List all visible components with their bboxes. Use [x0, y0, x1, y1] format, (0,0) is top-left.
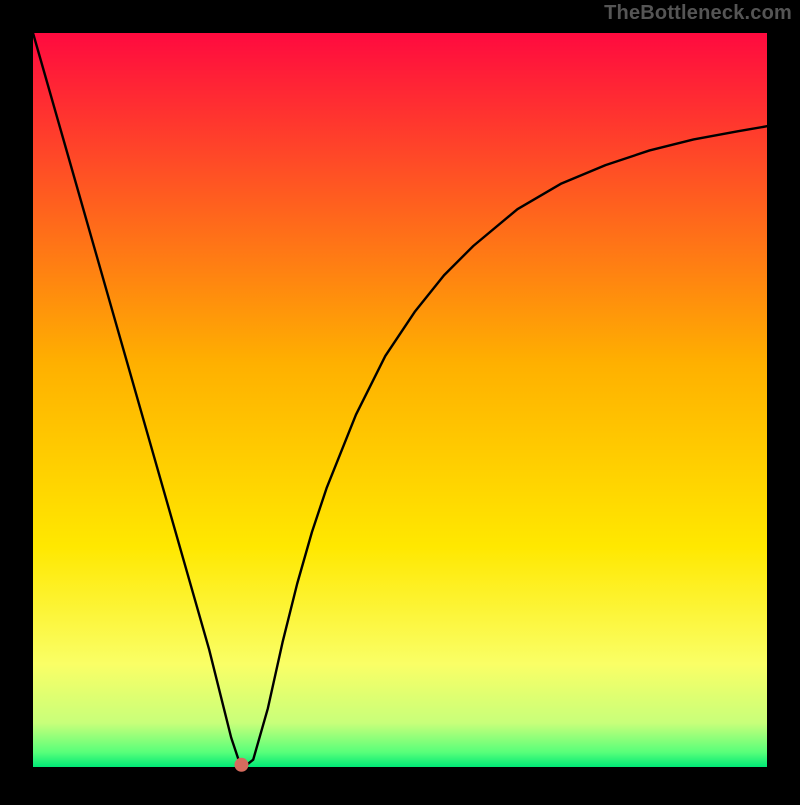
- chart-root: TheBottleneck.com: [0, 0, 800, 800]
- plot-area: [33, 33, 767, 767]
- chart-svg: [0, 0, 800, 800]
- watermark-text: TheBottleneck.com: [604, 2, 792, 25]
- marker-dot: [234, 758, 248, 772]
